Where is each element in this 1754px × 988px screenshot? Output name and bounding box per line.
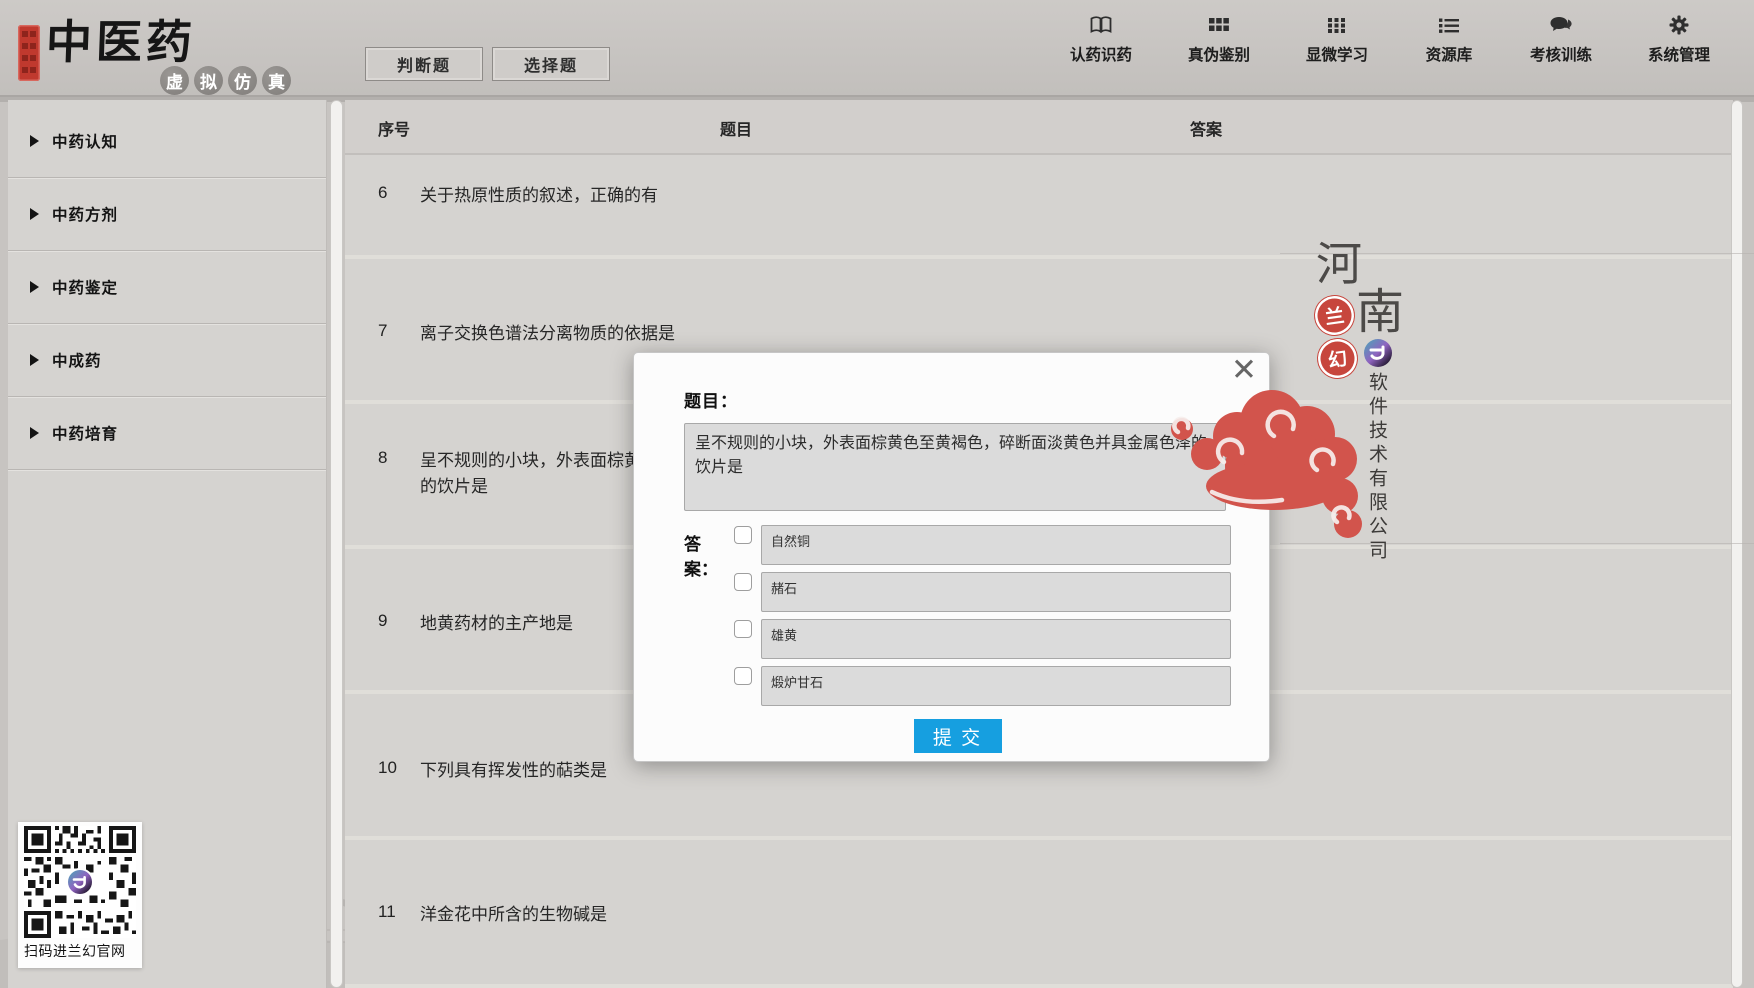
row-number: 10	[345, 758, 420, 836]
subtitle-char: 真	[262, 66, 291, 95]
sidebar-item-patent-medicine[interactable]: 中成药	[8, 324, 326, 397]
paper-line	[1280, 253, 1754, 254]
row-question: 下列具有挥发性的萜类是	[420, 758, 952, 836]
nav-item-drug-recognition[interactable]: 认药识药	[1042, 14, 1160, 65]
nav-item-microscopy[interactable]: 显微学习	[1278, 14, 1396, 65]
answer-option: 自然铜	[734, 525, 1231, 565]
sidebar-item-label: 中药培育	[52, 422, 118, 444]
nav-label: 真伪鉴别	[1188, 43, 1250, 65]
app-title: 中医药	[45, 6, 197, 72]
red-seal-icon	[18, 25, 40, 81]
row-question: 洋金花中所含的生物碱是	[420, 902, 952, 984]
qr-block: 扫码进兰幻官网	[18, 822, 142, 968]
judgment-question-button[interactable]: 判断题	[365, 47, 483, 81]
book-icon	[1089, 14, 1113, 36]
row-question: 关于热原性质的叙述，正确的有	[420, 183, 952, 255]
row-number: 9	[345, 611, 420, 690]
sidebar-item-identification[interactable]: 中药鉴定	[8, 251, 326, 324]
sidebar-item-drug-cognition[interactable]: 中药认知	[8, 105, 326, 178]
sidebar-item-cultivation[interactable]: 中药培育	[8, 397, 326, 470]
expand-arrow-icon	[30, 354, 39, 366]
modal-question-label: 题目：	[684, 387, 1231, 412]
option-checkbox[interactable]	[734, 526, 752, 544]
sidebar-item-formulas[interactable]: 中药方剂	[8, 178, 326, 251]
nav-label: 认药识药	[1070, 43, 1132, 65]
main-nav: 认药识药 真伪鉴别 显微学习 资源库	[1042, 14, 1738, 65]
option-checkbox[interactable]	[734, 573, 752, 591]
content-scrollbar[interactable]	[1731, 100, 1743, 988]
modal-answer-row: 答案： 自然铜 赭石 雄黄 煅炉甘石	[684, 525, 1231, 706]
sidebar-item-label: 中成药	[52, 349, 102, 371]
top-bar: 中医药 虚 拟 仿 真 判断题 选择题 认药识药 真伪鉴别	[0, 0, 1754, 97]
company-logo-icon	[1363, 338, 1393, 368]
nav-label: 资源库	[1426, 43, 1473, 65]
question-type-buttons: 判断题 选择题	[365, 47, 610, 81]
modal-answer-label: 答案：	[684, 525, 734, 706]
submit-button[interactable]: 提 交	[914, 719, 1002, 753]
option-checkbox[interactable]	[734, 620, 752, 638]
row-number: 11	[345, 902, 420, 984]
column-header-question: 题目	[720, 116, 752, 140]
modal-options: 自然铜 赭石 雄黄 煅炉甘石	[734, 525, 1231, 706]
sidebar-item-label: 中药方剂	[52, 203, 118, 225]
nav-item-authenticity[interactable]: 真伪鉴别	[1160, 14, 1278, 65]
table-header: 序号 题目 答案	[345, 100, 1733, 155]
sidebar-item-label: 中药认知	[52, 130, 118, 152]
option-text-box[interactable]: 雄黄	[761, 619, 1231, 659]
column-header-no: 序号	[378, 116, 410, 140]
option-text-box[interactable]: 自然铜	[761, 525, 1231, 565]
nav-label: 考核训练	[1530, 43, 1592, 65]
qr-center-logo-icon	[65, 867, 95, 897]
modal-question-textarea[interactable]: 呈不规则的小块，外表面棕黄色至黄褐色，碎断面淡黄色并具金属色泽的饮片是	[684, 423, 1226, 511]
subtitle-char: 拟	[194, 66, 223, 95]
sidebar-scrollbar[interactable]	[330, 100, 343, 988]
subtitle-char: 仿	[228, 66, 257, 95]
nav-label: 显微学习	[1306, 43, 1368, 65]
expand-arrow-icon	[30, 208, 39, 220]
answer-option: 赭石	[734, 572, 1231, 612]
question-modal: ✕ 题目： 呈不规则的小块，外表面棕黄色至黄褐色，碎断面淡黄色并具金属色泽的饮片…	[633, 352, 1270, 762]
subtitle-char: 虚	[160, 66, 189, 95]
choice-question-button[interactable]: 选择题	[492, 47, 610, 81]
row-number: 6	[345, 183, 420, 255]
nav-item-system-management[interactable]: 系统管理	[1620, 14, 1738, 65]
sidebar-item-label: 中药鉴定	[52, 276, 118, 298]
row-number: 8	[345, 448, 420, 545]
nav-label: 系统管理	[1648, 43, 1710, 65]
table-row[interactable]: 11 洋金花中所含的生物碱是	[345, 840, 1733, 988]
app-subtitle: 虚 拟 仿 真	[160, 66, 291, 95]
option-text-box[interactable]: 赭石	[761, 572, 1231, 612]
expand-arrow-icon	[30, 427, 39, 439]
list-icon	[1438, 14, 1460, 36]
grid-icon	[1208, 14, 1230, 36]
close-icon[interactable]: ✕	[1231, 353, 1257, 387]
paper-line	[1280, 543, 1754, 544]
nav-item-resource-library[interactable]: 资源库	[1396, 14, 1502, 65]
expand-arrow-icon	[30, 281, 39, 293]
qr-caption: 扫码进兰幻官网	[24, 941, 136, 961]
gear-icon	[1668, 14, 1690, 36]
nav-item-assessment-training[interactable]: 考核训练	[1502, 14, 1620, 65]
table-row[interactable]: 6 关于热原性质的叙述，正确的有	[345, 155, 1733, 259]
option-text-box[interactable]: 煅炉甘石	[761, 666, 1231, 706]
grid-small-icon	[1327, 14, 1347, 36]
answer-option: 雄黄	[734, 619, 1231, 659]
app-root: 中医药 虚 拟 仿 真 判断题 选择题 认药识药 真伪鉴别	[0, 0, 1754, 988]
option-checkbox[interactable]	[734, 667, 752, 685]
row-number: 7	[345, 321, 420, 400]
chat-icon	[1549, 14, 1573, 36]
expand-arrow-icon	[30, 135, 39, 147]
column-header-answer: 答案	[1190, 116, 1222, 140]
answer-option: 煅炉甘石	[734, 666, 1231, 706]
company-name-vertical: 软件技术有限公司	[1364, 372, 1391, 564]
